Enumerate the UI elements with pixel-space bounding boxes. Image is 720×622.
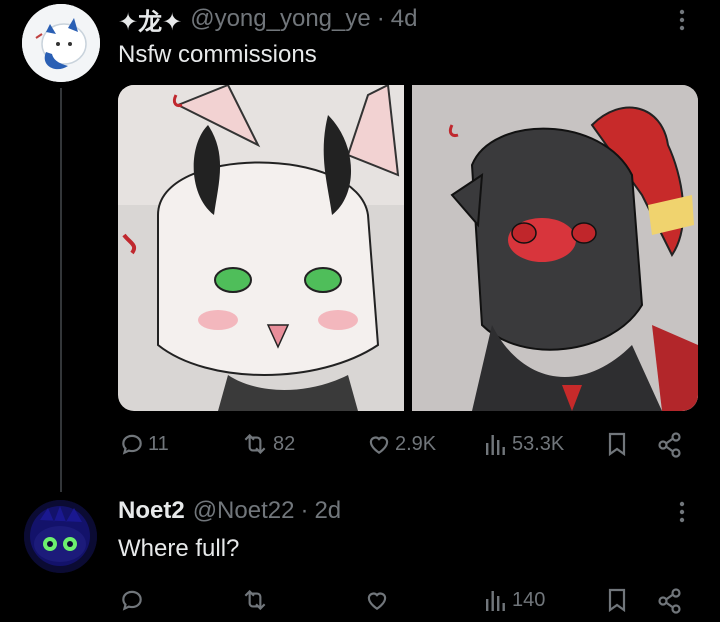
reply-text: Where full? bbox=[118, 535, 240, 562]
tweet-timestamp[interactable]: 4d bbox=[391, 5, 418, 33]
reply-more-icon[interactable] bbox=[672, 498, 692, 531]
reply-share-button[interactable] bbox=[656, 587, 684, 615]
repost-icon bbox=[244, 589, 266, 611]
tweet-media[interactable] bbox=[118, 85, 698, 411]
author-avatar[interactable] bbox=[22, 4, 100, 82]
views-count: 53.3K bbox=[512, 432, 565, 455]
views-button[interactable]: 53.3K bbox=[484, 431, 564, 457]
reply-header: Noet2 @Noet22 · 2d bbox=[118, 496, 341, 526]
like-count: 2.9K bbox=[395, 432, 437, 455]
author-handle[interactable]: @yong_yong_ye bbox=[190, 5, 371, 33]
reply-timestamp[interactable]: 2d bbox=[314, 497, 341, 525]
share-button[interactable] bbox=[656, 431, 684, 459]
repost-button[interactable]: 82 bbox=[240, 431, 295, 457]
reply-bookmark-button[interactable] bbox=[606, 587, 628, 613]
reply-icon bbox=[122, 434, 142, 455]
reply-author-name[interactable]: Noet2 bbox=[118, 497, 185, 525]
bookmark-button[interactable] bbox=[606, 431, 628, 457]
reply-separator: · bbox=[300, 497, 309, 524]
thread-connector bbox=[60, 88, 62, 492]
reply-reply-button[interactable] bbox=[119, 587, 145, 613]
bookmark-icon bbox=[608, 588, 626, 613]
bookmark-icon bbox=[608, 432, 626, 457]
reply-views-count: 140 bbox=[512, 588, 546, 611]
reply-views-button[interactable]: 140 bbox=[484, 587, 545, 613]
reply-like-button[interactable] bbox=[363, 587, 391, 613]
views-icon bbox=[486, 591, 505, 611]
share-icon bbox=[658, 432, 681, 458]
separator: · bbox=[376, 5, 385, 32]
like-button[interactable]: 2.9K bbox=[365, 431, 436, 457]
author-name[interactable]: ✦龙✦ bbox=[118, 2, 182, 37]
heart-icon bbox=[367, 592, 387, 610]
media-image-right[interactable] bbox=[412, 85, 698, 411]
views-icon bbox=[486, 435, 505, 455]
reply-button[interactable]: 11 bbox=[119, 431, 169, 457]
heart-icon bbox=[369, 436, 389, 454]
tweet-text: Nsfw commissions bbox=[118, 41, 317, 68]
media-image-left[interactable] bbox=[118, 85, 404, 411]
repost-count: 82 bbox=[273, 432, 296, 455]
reply-repost-button[interactable] bbox=[240, 587, 270, 613]
reply-author-avatar[interactable] bbox=[24, 500, 97, 573]
reply-author-handle[interactable]: @Noet22 bbox=[193, 497, 295, 525]
more-icon[interactable] bbox=[672, 6, 692, 39]
share-icon bbox=[658, 588, 681, 614]
reply-icon bbox=[122, 590, 142, 611]
repost-icon bbox=[244, 433, 266, 455]
tweet-header: ✦龙✦ @yong_yong_ye · 4d bbox=[118, 2, 418, 37]
reply-count: 11 bbox=[148, 432, 169, 455]
